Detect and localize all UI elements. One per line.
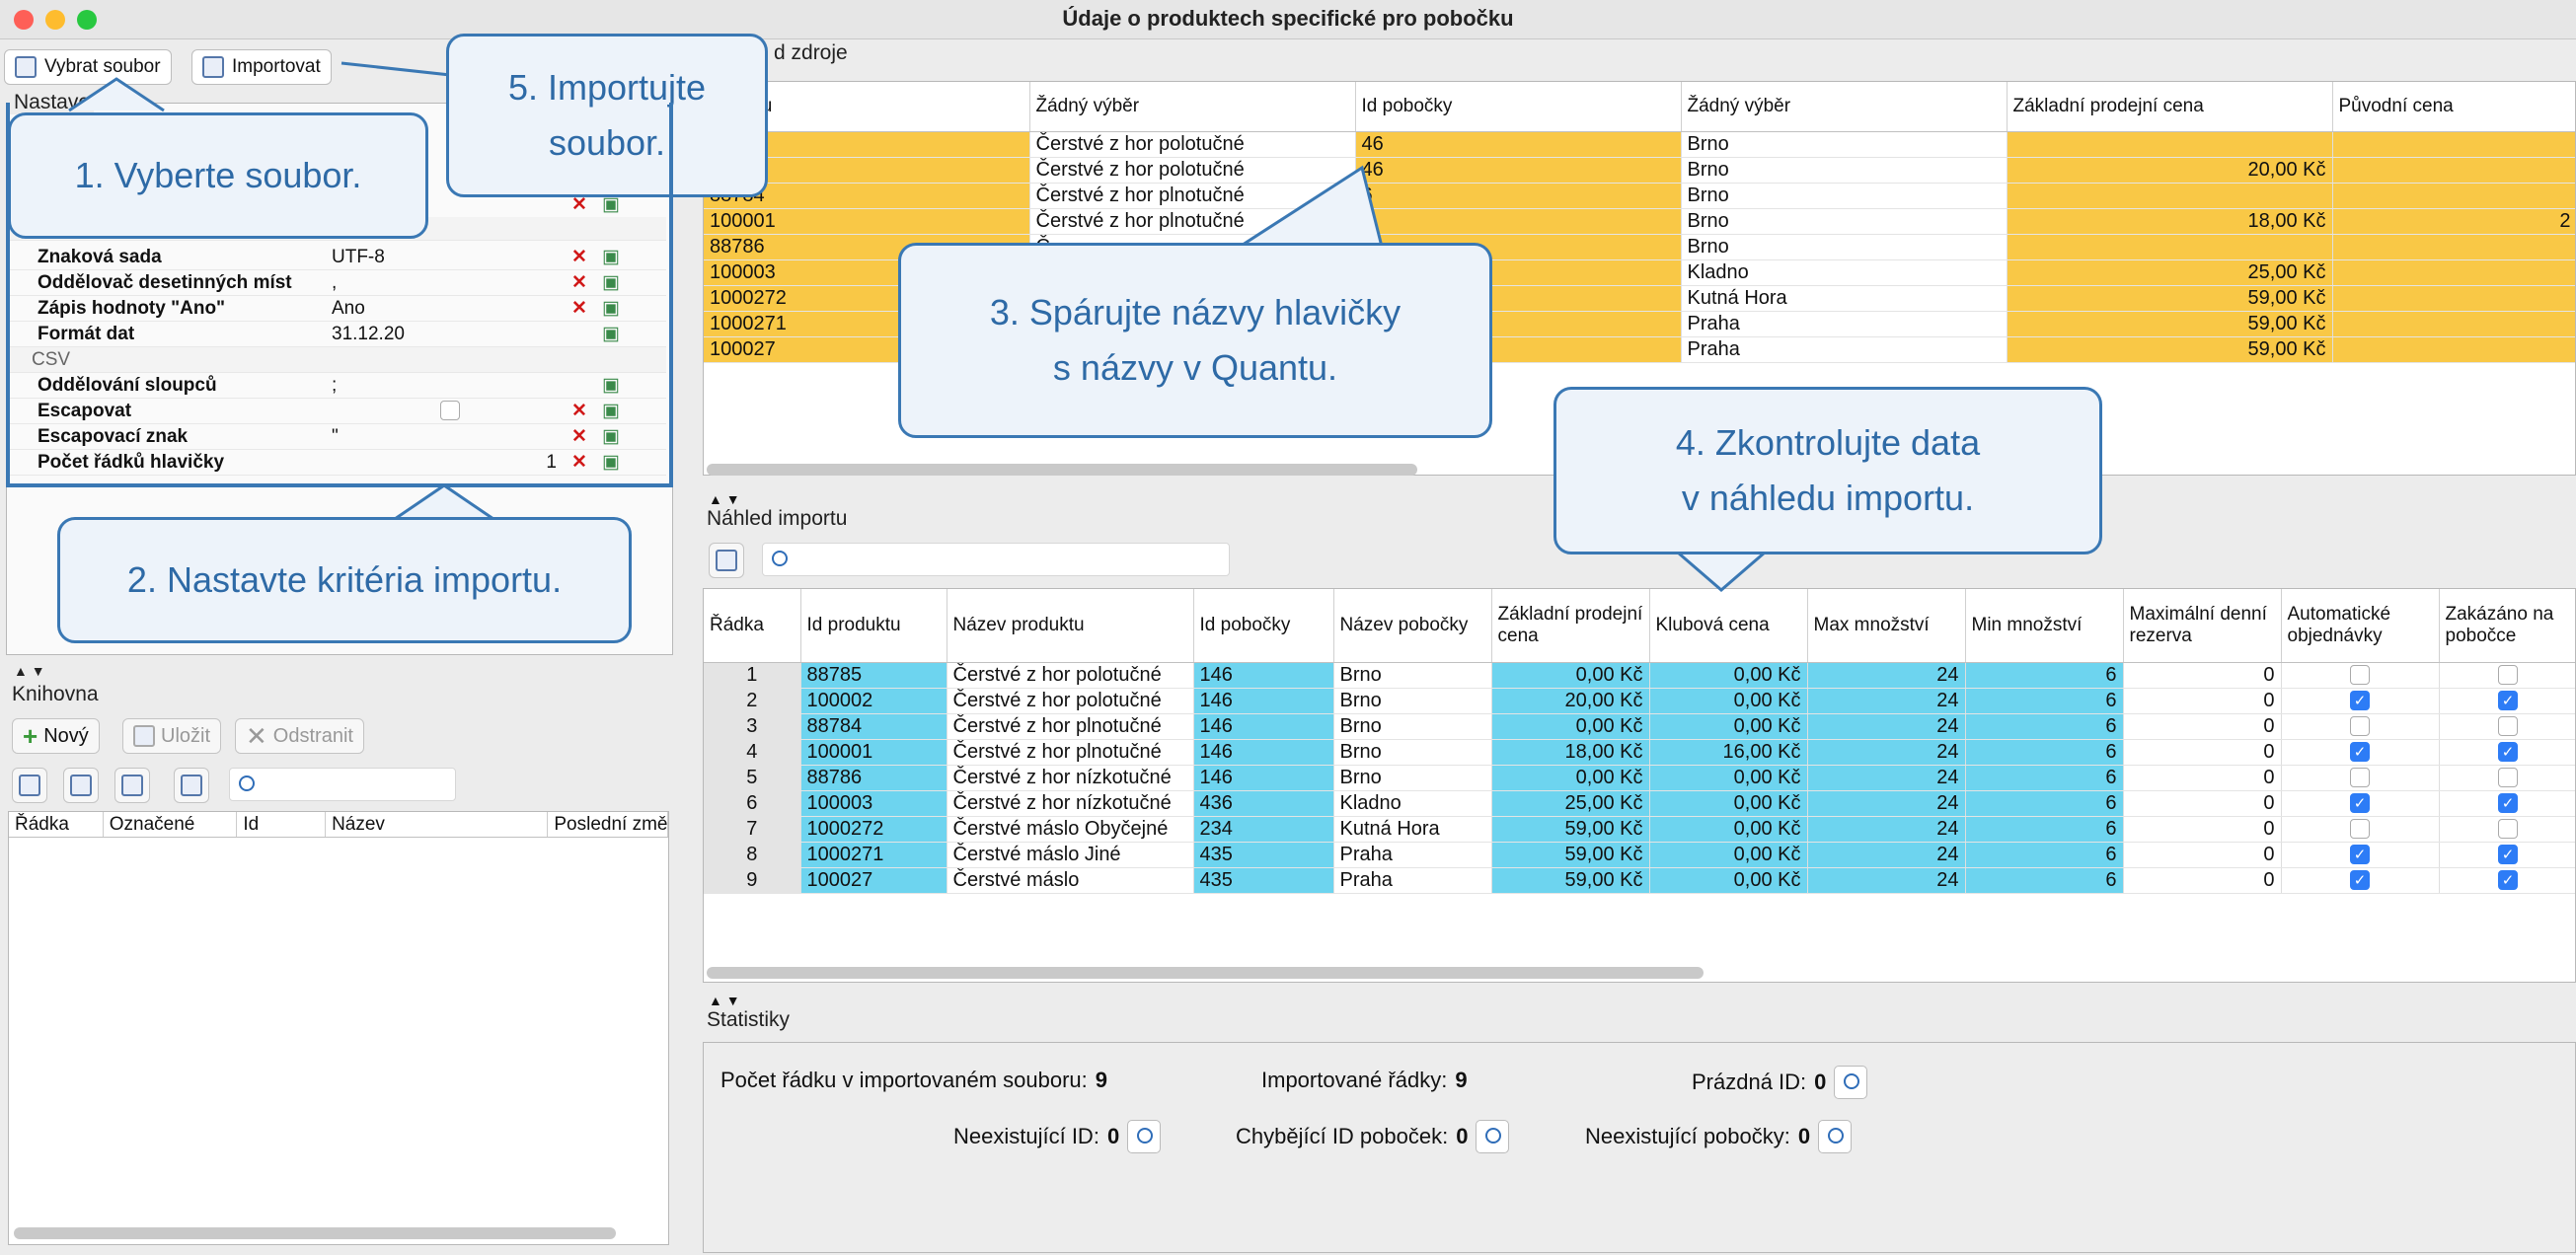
callout-2: 2. Nastavte kritéria importu.: [57, 517, 632, 643]
callout-5-line-1: 5. Importujte: [507, 67, 707, 109]
callout-4-pointer: [1677, 551, 1766, 592]
callout-1-text: 1. Vyberte soubor.: [74, 155, 362, 196]
app-window: Údaje o produktech specifické pro pobočk…: [0, 0, 2576, 1255]
callout-4: 4. Zkontrolujte data v náhledu importu.: [1553, 387, 2102, 554]
callout-3-line-1: 3. Spárujte názvy hlavičky: [989, 292, 1402, 333]
callout-4-line-1: 4. Zkontrolujte data: [1675, 422, 1981, 464]
callout-5: 5. Importujte soubor.: [446, 34, 768, 197]
callout-2-pointer: [394, 483, 494, 521]
callout-3: 3. Spárujte názvy hlavičky s názvy v Quan…: [898, 243, 1492, 438]
callout-5-pointer: [341, 61, 452, 95]
callout-3-pointer: [1239, 165, 1384, 249]
callout-2-text: 2. Nastavte kritéria importu.: [126, 559, 563, 601]
callout-1: 1. Vyberte soubor.: [8, 112, 428, 239]
callout-4-line-2: v náhledu importu.: [1681, 478, 1975, 518]
callout-3-line-2: s názvy v Quantu.: [1052, 347, 1338, 388]
callout-5-line-2: soubor.: [548, 122, 666, 163]
callout-1-pointer: [68, 77, 165, 112]
